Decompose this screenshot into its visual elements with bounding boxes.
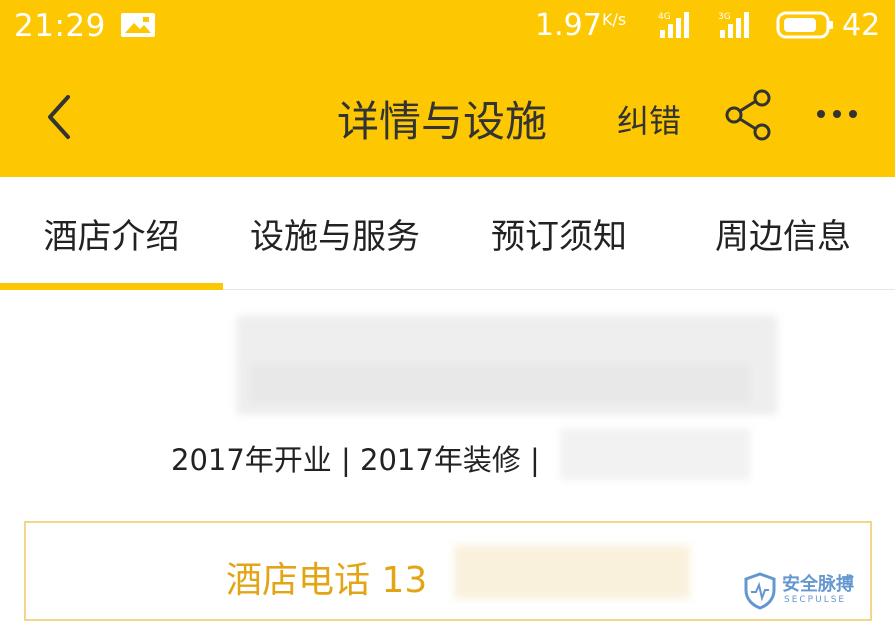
watermark-logo: 安全脉搏 SECPULSE — [744, 568, 884, 614]
more-options-icon[interactable] — [813, 104, 861, 124]
tab-surroundings[interactable]: 周边信息 — [671, 177, 895, 290]
battery-icon — [776, 11, 833, 39]
hotel-name-blurred — [236, 315, 778, 415]
hotel-phone-label: 酒店电话 13 — [226, 560, 428, 601]
shield-icon — [744, 572, 776, 610]
status-time: 21:29 — [14, 8, 106, 44]
battery-level: 42 — [842, 8, 881, 43]
gallery-notification-icon — [121, 13, 155, 37]
opening-renovation-info: 2017年开业 | 2017年装修 | — [171, 443, 540, 477]
status-bar: 21:29 1.97 K/s 4G 3G 42 — [0, 0, 895, 52]
info-redacted — [560, 428, 750, 480]
title-bar: 详情与设施 纠错 — [0, 52, 895, 177]
tab-booking-notes[interactable]: 预订须知 — [447, 177, 671, 290]
tab-bar: 酒店介绍 设施与服务 预订须知 周边信息 — [0, 177, 895, 290]
active-tab-indicator — [0, 283, 223, 290]
tab-facilities-services[interactable]: 设施与服务 — [223, 177, 447, 290]
signal-3g-label: 3G — [718, 12, 731, 22]
signal-3g-icon: 3G — [718, 12, 749, 38]
network-speed: 1.97 — [535, 8, 602, 43]
signal-4g-label: 4G — [658, 12, 671, 22]
watermark-subtext: SECPULSE — [784, 595, 847, 605]
share-icon[interactable] — [722, 88, 774, 142]
signal-4g-icon: 4G — [658, 12, 689, 38]
tab-hotel-intro[interactable]: 酒店介绍 — [0, 177, 223, 290]
hotel-name-blurred-line — [250, 363, 750, 403]
correct-error-button[interactable]: 纠错 — [617, 96, 681, 142]
watermark-text: 安全脉搏 — [782, 574, 854, 595]
phone-number-redacted — [454, 545, 690, 599]
network-speed-unit: K/s — [602, 10, 627, 29]
page-title: 详情与设施 — [337, 97, 548, 146]
back-arrow-icon[interactable] — [40, 92, 80, 142]
